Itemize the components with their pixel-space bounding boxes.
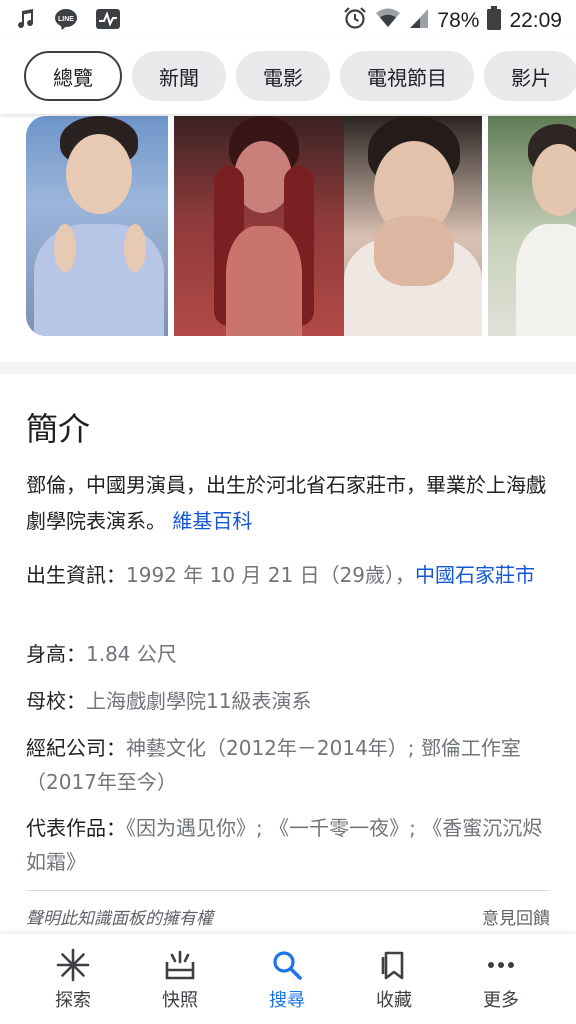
fact-label: 身高： bbox=[26, 642, 86, 666]
wikipedia-link[interactable]: 維基百科 bbox=[172, 509, 252, 533]
feedback-link[interactable]: 意見回饋 bbox=[482, 904, 550, 929]
fact-value: 1.84 公尺 bbox=[86, 642, 177, 666]
snapshot-icon bbox=[130, 948, 230, 982]
section-separator bbox=[0, 362, 576, 374]
tab-overview[interactable]: 總覽 bbox=[24, 51, 122, 101]
photo-3[interactable] bbox=[344, 116, 482, 336]
photo-2[interactable] bbox=[174, 116, 344, 336]
birthplace-link[interactable]: 中國石家莊市 bbox=[415, 563, 535, 587]
more-dots-icon bbox=[451, 948, 551, 982]
search-icon bbox=[237, 948, 337, 982]
fact-label: 代表作品： bbox=[26, 816, 126, 840]
nav-label: 搜尋 bbox=[269, 990, 305, 1011]
fact-label: 出生資訊： bbox=[26, 563, 126, 587]
search-tabs: 總覽 新聞 電影 電視節目 影片 bbox=[0, 40, 576, 114]
activity-icon bbox=[96, 9, 120, 33]
tab-videos[interactable]: 影片 bbox=[484, 51, 576, 101]
nav-label: 收藏 bbox=[376, 990, 412, 1011]
bottom-navigation: 探索 快照 搜尋 收藏 更多 bbox=[0, 934, 576, 1024]
nav-snapshot[interactable]: 快照 bbox=[130, 948, 230, 1012]
nav-discover[interactable]: 探索 bbox=[23, 948, 123, 1012]
fact-label: 母校： bbox=[26, 689, 86, 713]
nav-collections[interactable]: 收藏 bbox=[344, 948, 444, 1012]
nav-label: 探索 bbox=[55, 990, 91, 1011]
nav-label: 更多 bbox=[483, 990, 519, 1011]
asterisk-icon bbox=[23, 948, 123, 982]
bookmark-icon bbox=[344, 948, 444, 982]
fact-school: 母校：上海戲劇學院11級表演系 bbox=[26, 684, 556, 718]
svg-text:LINE: LINE bbox=[58, 16, 74, 23]
fact-height: 身高：1.84 公尺 bbox=[26, 637, 556, 671]
about-title: 簡介 bbox=[26, 410, 91, 448]
alarm-icon bbox=[343, 6, 367, 36]
signal-icon bbox=[409, 7, 429, 35]
battery-percent: 78% bbox=[437, 9, 480, 32]
photo-1[interactable] bbox=[26, 116, 168, 336]
tab-news[interactable]: 新聞 bbox=[132, 51, 226, 101]
image-carousel[interactable] bbox=[0, 114, 576, 338]
about-description: 鄧倫，中國男演員，出生於河北省石家莊市，畢業於上海戲劇學院表演系。 維基百科 bbox=[26, 467, 554, 539]
wifi-icon bbox=[375, 7, 401, 35]
photo-4[interactable] bbox=[488, 116, 576, 336]
status-bar: LINE 78% 22:09 bbox=[0, 0, 576, 40]
nav-label: 快照 bbox=[162, 990, 198, 1011]
music-note-icon bbox=[16, 8, 36, 34]
fact-agency: 經紀公司：神藝文化（2012年－2014年）; 鄧倫工作室（2017年至今） bbox=[26, 731, 556, 799]
fact-value: 上海戲劇學院11級表演系 bbox=[86, 689, 312, 713]
fact-birth: 出生資訊：1992 年 10 月 21 日（29歲），中國石家莊市 bbox=[26, 558, 556, 592]
fact-works: 代表作品：《因为遇见你》; 《一千零一夜》; 《香蜜沉沉烬如霜》 bbox=[26, 811, 556, 879]
claim-panel-link[interactable]: 聲明此知識面板的擁有權 bbox=[26, 904, 213, 929]
description-text: 鄧倫，中國男演員，出生於河北省石家莊市，畢業於上海戲劇學院表演系。 bbox=[26, 473, 546, 533]
fact-value: 1992 年 10 月 21 日（29歲）， bbox=[126, 563, 416, 587]
fact-label: 經紀公司： bbox=[26, 736, 126, 760]
nav-more[interactable]: 更多 bbox=[451, 948, 551, 1012]
clock: 22:09 bbox=[509, 9, 562, 32]
line-icon: LINE bbox=[54, 8, 78, 34]
tab-movies[interactable]: 電影 bbox=[236, 51, 330, 101]
battery-icon bbox=[487, 6, 502, 36]
nav-search[interactable]: 搜尋 bbox=[237, 948, 337, 1012]
tab-tv-shows[interactable]: 電視節目 bbox=[340, 51, 474, 101]
footer-divider bbox=[26, 890, 550, 891]
